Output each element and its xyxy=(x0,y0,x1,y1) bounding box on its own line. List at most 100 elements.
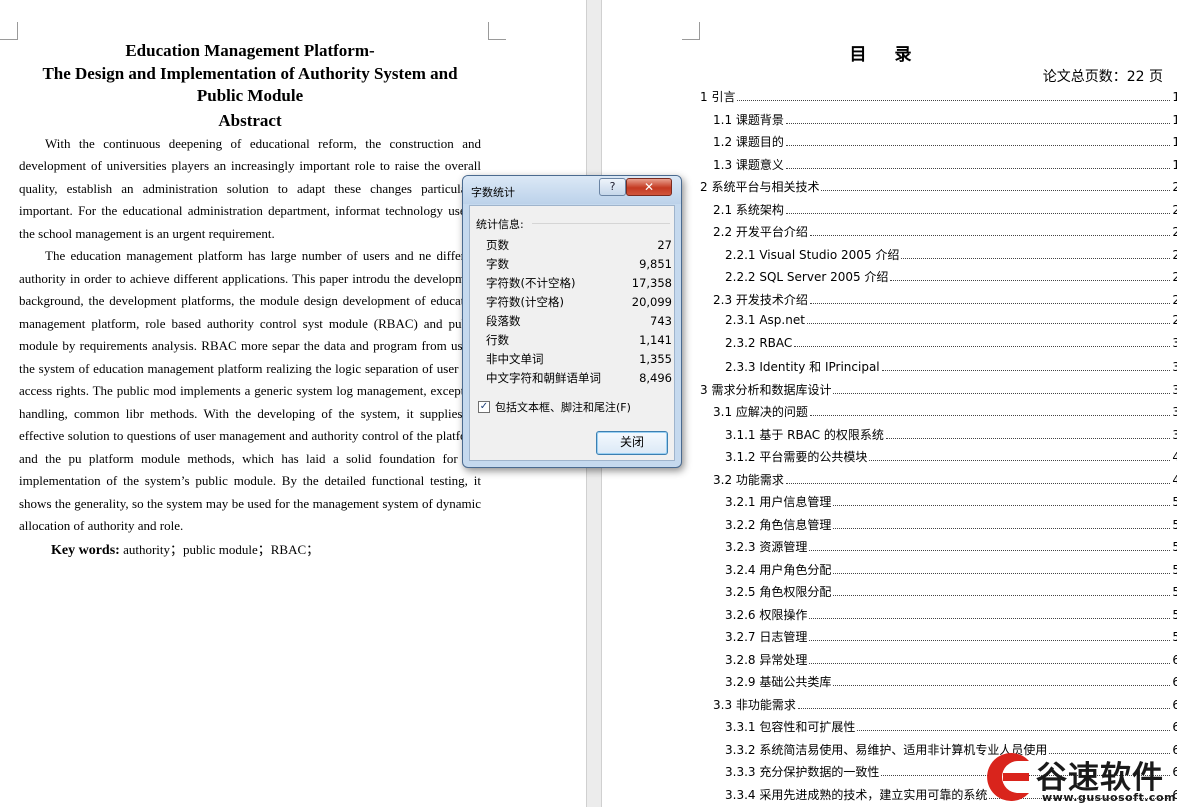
toc-leader-dots xyxy=(833,392,1171,394)
include-textbox-option[interactable]: ✓ 包括文本框、脚注和尾注(F) xyxy=(478,399,631,415)
toc-entry-label: 1.1 课题背景 xyxy=(713,110,785,128)
toc-entry[interactable]: 3.3.1 包容性和可扩展性 6 xyxy=(700,718,1177,741)
toc-leader-dots xyxy=(881,370,1171,371)
toc-entry-page: 5 xyxy=(1172,517,1177,532)
toc-entry-page: 6 xyxy=(1172,697,1177,712)
dialog-titlebar[interactable]: 字数统计 ? ✕ xyxy=(463,176,681,204)
toc-entry[interactable]: 3.2.7 日志管理 5 xyxy=(700,628,1177,651)
toc-entry-label: 3.2 功能需求 xyxy=(713,470,785,488)
toc-leader-dots xyxy=(821,190,1171,191)
toc-entry-label: 2 系统平台与相关技术 xyxy=(700,178,821,195)
toc-entry-page: 2 xyxy=(1172,270,1177,284)
toc-entry[interactable]: 3.2 功能需求 4 xyxy=(700,470,1177,494)
toc-leader-dots xyxy=(833,505,1171,506)
toc-entry[interactable]: 2.3.1 Asp.net 2 xyxy=(700,313,1177,336)
abstract-paragraph-2: The education management platform has la… xyxy=(19,248,481,533)
keywords-label: Key words: xyxy=(51,542,120,558)
stats-list: 页数 27 字数 9,851 字符数(不计空格) 17,358 字符数(计空格) 20,099… xyxy=(486,236,672,388)
stat-row: 中文字符和朝鲜语单词 8,496 xyxy=(486,369,672,388)
keywords-line: Key words: authority；public module；RBAC； xyxy=(19,539,481,563)
toc-entry[interactable]: 3.2.1 用户信息管理 5 xyxy=(700,493,1177,516)
toc-entry-label: 3.1 应解决的问题 xyxy=(713,403,809,420)
toc-entry[interactable]: 1 引言 1 xyxy=(700,88,1177,111)
toc-entry-label: 3.2.9 基础公共类库 xyxy=(725,673,833,690)
watermark-url: www.gusuosoft.com xyxy=(1042,791,1176,804)
toc-entry-label: 3.2.6 权限操作 xyxy=(725,605,809,623)
toc-entry[interactable]: 1.1 课题背景 1 xyxy=(700,110,1177,134)
toc-entry[interactable]: 2.3 开发技术介绍 2 xyxy=(700,290,1177,314)
toc-entry[interactable]: 2.2 开发平台介绍 2 xyxy=(700,223,1177,246)
toc-entry[interactable]: 3.1 应解决的问题 3 xyxy=(700,403,1177,426)
stat-row: 行数 1,141 xyxy=(486,331,672,350)
help-button[interactable]: ? xyxy=(599,178,626,196)
toc-entry[interactable]: 2.3.2 RBAC 3 xyxy=(700,335,1177,359)
toc-entry[interactable]: 2.2.2 SQL Server 2005 介绍 2 xyxy=(700,268,1177,291)
toc-entry[interactable]: 2 系统平台与相关技术 2 xyxy=(700,178,1177,201)
toc-entry-page: 1 xyxy=(1172,112,1177,127)
toc-entry-page: 4 xyxy=(1172,472,1177,487)
toc-entry[interactable]: 1.2 课题目的 1 xyxy=(700,133,1177,156)
stat-value: 17,358 xyxy=(631,276,672,290)
include-textbox-label[interactable]: 包括文本框、脚注和尾注(F) xyxy=(495,399,631,415)
toc-leader-dots xyxy=(806,323,1171,324)
stat-value: 743 xyxy=(650,314,672,328)
toc-entry-label: 2.3 开发技术介绍 xyxy=(713,290,809,308)
toc-entry-page: 2 xyxy=(1172,313,1177,327)
word-count-dialog[interactable]: 字数统计 ? ✕ 统计信息: 页数 27 字数 9,851 字符数(不计空格) 17,35… xyxy=(462,175,682,468)
crop-mark xyxy=(682,22,700,40)
toc-entry[interactable]: 3.2.6 权限操作 5 xyxy=(700,605,1177,629)
toc-entry-label: 2.2 开发平台介绍 xyxy=(713,223,809,240)
stat-row: 字符数(计空格) 20,099 xyxy=(486,293,672,312)
toc-entry[interactable]: 2.2.1 Visual Studio 2005 介绍 2 xyxy=(700,245,1177,269)
toc-entry[interactable]: 3.2.5 角色权限分配 5 xyxy=(700,583,1177,606)
toc-entry-label: 2.3.2 RBAC xyxy=(725,335,794,350)
toc-entry[interactable]: 3.1.2 平台需要的公共模块 4 xyxy=(700,448,1177,471)
toc-entry[interactable]: 3.2.4 用户角色分配 5 xyxy=(700,560,1177,584)
close-button[interactable]: 关闭 xyxy=(596,431,668,455)
toc-title: 目录 xyxy=(849,45,940,64)
stat-label: 段落数 xyxy=(486,314,521,328)
document-page-right[interactable]: 目录 论文总页数：22 页 1 引言 1 1.1 课题背景 1 1.2 课题目的 1 1.3… xyxy=(602,0,1177,807)
toc-entry-page: 3 xyxy=(1172,427,1177,442)
toc-leader-dots xyxy=(785,122,1171,124)
paper-title-line-3: Public Module xyxy=(196,86,304,105)
toc-entry-page: 6 xyxy=(1172,742,1177,757)
toc-entry[interactable]: 2.1 系统架构 2 xyxy=(700,200,1177,224)
stat-value: 1,355 xyxy=(639,352,672,366)
toc-entry-page: 3 xyxy=(1172,335,1177,350)
toc-entry-page: 5 xyxy=(1172,562,1177,577)
toc-entry[interactable]: 3.2.9 基础公共类库 6 xyxy=(700,673,1177,696)
stat-label: 页数 xyxy=(486,238,509,252)
toc-entry[interactable]: 3.2.3 资源管理 5 xyxy=(700,538,1177,561)
stat-value: 1,141 xyxy=(639,333,672,347)
toc-entry[interactable]: 3 需求分析和数据库设计 3 xyxy=(700,380,1177,404)
crop-mark xyxy=(0,22,18,40)
toc-entry-page: 1 xyxy=(1172,157,1177,172)
toc-entry-page: 2 xyxy=(1172,225,1177,239)
toc-leader-dots xyxy=(833,595,1171,596)
toc-entry-label: 3.2.4 用户角色分配 xyxy=(725,560,833,578)
toc-entry[interactable]: 3.2.2 角色信息管理 5 xyxy=(700,515,1177,539)
stat-label: 中文字符和朝鲜语单词 xyxy=(486,371,601,385)
dialog-body: 统计信息: 页数 27 字数 9,851 字符数(不计空格) 17,358 字符数(计空格)… xyxy=(469,205,675,461)
toc-entry[interactable]: 2.3.3 Identity 和 IPrincipal 3 xyxy=(700,358,1177,381)
toc-entry-label: 2.1 系统架构 xyxy=(713,200,785,218)
stat-row: 字数 9,851 xyxy=(486,255,672,274)
toc-entry[interactable]: 1.3 课题意义 1 xyxy=(700,155,1177,179)
include-textbox-checkbox[interactable]: ✓ xyxy=(478,401,490,413)
toc-entry-label: 3.2.2 角色信息管理 xyxy=(725,515,833,533)
toc-entry-label: 3.2.3 资源管理 xyxy=(725,538,809,555)
stat-row: 段落数 743 xyxy=(486,312,672,331)
close-icon[interactable]: ✕ xyxy=(626,178,672,196)
toc-leader-dots xyxy=(833,685,1171,686)
toc-entry-label: 3.2.1 用户信息管理 xyxy=(725,493,833,510)
toc-leader-dots xyxy=(785,482,1171,484)
toc-entry-label: 3.3.3 充分保护数据的一致性 xyxy=(725,763,881,780)
stat-label: 行数 xyxy=(486,333,509,347)
toc-entry-page: 5 xyxy=(1172,540,1177,554)
toc-entry[interactable]: 3.2.8 异常处理 6 xyxy=(700,650,1177,674)
toc-entry-page: 6 xyxy=(1172,765,1177,779)
stat-value: 9,851 xyxy=(639,257,672,271)
toc-entry[interactable]: 3.3 非功能需求 6 xyxy=(700,695,1177,719)
toc-entry[interactable]: 3.1.1 基于 RBAC 的权限系统 3 xyxy=(700,425,1177,449)
